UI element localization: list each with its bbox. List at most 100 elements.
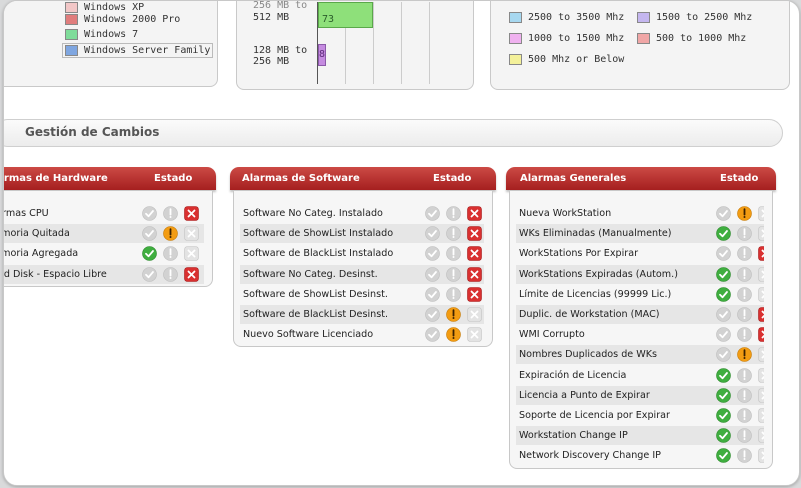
error-x-icon[interactable] (758, 408, 764, 423)
error-x-icon[interactable] (758, 206, 764, 221)
alarm-row[interactable]: Soporte de Licencia por Expirar (516, 406, 764, 425)
legend-label: Windows 2000 Pro (84, 14, 181, 25)
alarm-row[interactable]: Licencia a Punto de Expirar (516, 385, 764, 405)
ok-check-icon[interactable] (425, 307, 440, 322)
error-x-icon[interactable] (758, 367, 764, 383)
warning-icon[interactable] (163, 266, 178, 282)
warning-icon[interactable] (446, 327, 461, 342)
alarm-row[interactable]: Nuevo Software Licenciado (240, 325, 484, 344)
ok-check-icon[interactable] (716, 286, 731, 302)
alarm-row[interactable]: WorkStations Por Expirar (516, 244, 764, 263)
alarm-row[interactable]: Software de ShowList Instalado (240, 224, 484, 244)
ok-check-icon[interactable] (142, 206, 157, 221)
alarm-row[interactable]: Duplic. de Workstation (MAC) (516, 305, 764, 324)
alarm-row[interactable]: WorkStations Expiradas (Autom.) (516, 264, 764, 284)
ok-check-icon[interactable] (425, 226, 440, 241)
error-x-icon[interactable] (184, 246, 199, 262)
alarm-row[interactable]: Hard Disk - Espacio Libre (4, 264, 204, 284)
error-x-icon[interactable] (467, 226, 482, 241)
alarm-row[interactable]: Nombres Duplicados de WKs (516, 345, 764, 365)
ok-check-icon[interactable] (425, 266, 440, 282)
ok-check-icon[interactable] (716, 266, 731, 282)
error-x-icon[interactable] (184, 206, 199, 221)
ok-check-icon[interactable] (716, 367, 731, 383)
warning-icon[interactable] (737, 307, 752, 322)
warning-icon[interactable] (737, 206, 752, 221)
error-x-icon[interactable] (467, 206, 482, 221)
alarm-row[interactable]: Software No Categ. Desinst. (240, 264, 484, 284)
ok-check-icon[interactable] (716, 387, 731, 403)
alarm-row[interactable]: Nueva WorkStation (516, 204, 764, 223)
warning-icon[interactable] (446, 226, 461, 241)
warning-icon[interactable] (737, 347, 752, 363)
warning-icon[interactable] (737, 266, 752, 282)
ok-check-icon[interactable] (425, 286, 440, 302)
section-header[interactable]: Gestión de Cambios (4, 119, 783, 147)
error-x-icon[interactable] (758, 327, 764, 342)
warning-icon[interactable] (446, 266, 461, 282)
ok-check-icon[interactable] (142, 266, 157, 282)
ok-check-icon[interactable] (716, 408, 731, 423)
ok-check-icon[interactable] (716, 347, 731, 363)
alarm-row[interactable]: Software de ShowList Desinst. (240, 285, 484, 304)
error-x-icon[interactable] (758, 307, 764, 322)
warning-icon[interactable] (737, 327, 752, 342)
error-x-icon[interactable] (467, 327, 482, 342)
ok-check-icon[interactable] (716, 307, 731, 322)
error-x-icon[interactable] (758, 266, 764, 282)
alarm-label: Memoria Agregada (4, 248, 79, 260)
alarm-row[interactable]: Memoria Quitada (4, 224, 204, 244)
ok-check-icon[interactable] (142, 226, 157, 241)
ok-check-icon[interactable] (425, 206, 440, 221)
alarm-row[interactable]: Software No Categ. Instalado (240, 204, 484, 223)
warning-icon[interactable] (163, 246, 178, 262)
alarm-row[interactable]: Expiración de Licencia (516, 366, 764, 385)
warning-icon[interactable] (737, 226, 752, 241)
warning-icon[interactable] (737, 286, 752, 302)
error-x-icon[interactable] (184, 266, 199, 282)
warning-icon[interactable] (163, 226, 178, 241)
panel-header: Alarmas de Software Estado (230, 167, 496, 190)
ok-check-icon[interactable] (716, 226, 731, 241)
error-x-icon[interactable] (758, 428, 764, 443)
warning-icon[interactable] (737, 387, 752, 403)
alarm-row[interactable]: Límite de Licencias (99999 Lic.) (516, 285, 764, 304)
warning-icon[interactable] (737, 246, 752, 262)
warning-icon[interactable] (163, 206, 178, 221)
alarm-row[interactable]: Software de BlackList Desinst. (240, 305, 484, 324)
error-x-icon[interactable] (758, 347, 764, 363)
ok-check-icon[interactable] (425, 246, 440, 262)
alarm-row[interactable]: Network Discovery Change IP (516, 446, 764, 465)
ok-check-icon[interactable] (716, 206, 731, 221)
alarm-row[interactable]: WKs Eliminadas (Manualmente) (516, 224, 764, 244)
ok-check-icon[interactable] (716, 448, 731, 464)
warning-icon[interactable] (446, 307, 461, 322)
ok-check-icon[interactable] (425, 327, 440, 342)
ok-check-icon[interactable] (142, 246, 157, 262)
ok-check-icon[interactable] (716, 246, 731, 262)
alarm-row[interactable]: WMI Corrupto (516, 325, 764, 344)
warning-icon[interactable] (446, 286, 461, 302)
error-x-icon[interactable] (758, 246, 764, 262)
error-x-icon[interactable] (184, 226, 199, 241)
alarm-row[interactable]: Workstation Change IP (516, 426, 764, 446)
alarm-row[interactable]: Alarmas CPU (4, 204, 204, 223)
warning-icon[interactable] (737, 408, 752, 423)
error-x-icon[interactable] (467, 286, 482, 302)
error-x-icon[interactable] (758, 448, 764, 464)
error-x-icon[interactable] (758, 286, 764, 302)
error-x-icon[interactable] (467, 266, 482, 282)
error-x-icon[interactable] (758, 226, 764, 241)
error-x-icon[interactable] (758, 387, 764, 403)
warning-icon[interactable] (446, 246, 461, 262)
alarm-row[interactable]: Software de BlackList Instalado (240, 244, 484, 263)
ok-check-icon[interactable] (716, 428, 731, 443)
warning-icon[interactable] (446, 206, 461, 221)
warning-icon[interactable] (737, 367, 752, 383)
warning-icon[interactable] (737, 448, 752, 464)
error-x-icon[interactable] (467, 246, 482, 262)
warning-icon[interactable] (737, 428, 752, 443)
alarm-row[interactable]: Memoria Agregada (4, 244, 204, 263)
ok-check-icon[interactable] (716, 327, 731, 342)
error-x-icon[interactable] (467, 307, 482, 322)
